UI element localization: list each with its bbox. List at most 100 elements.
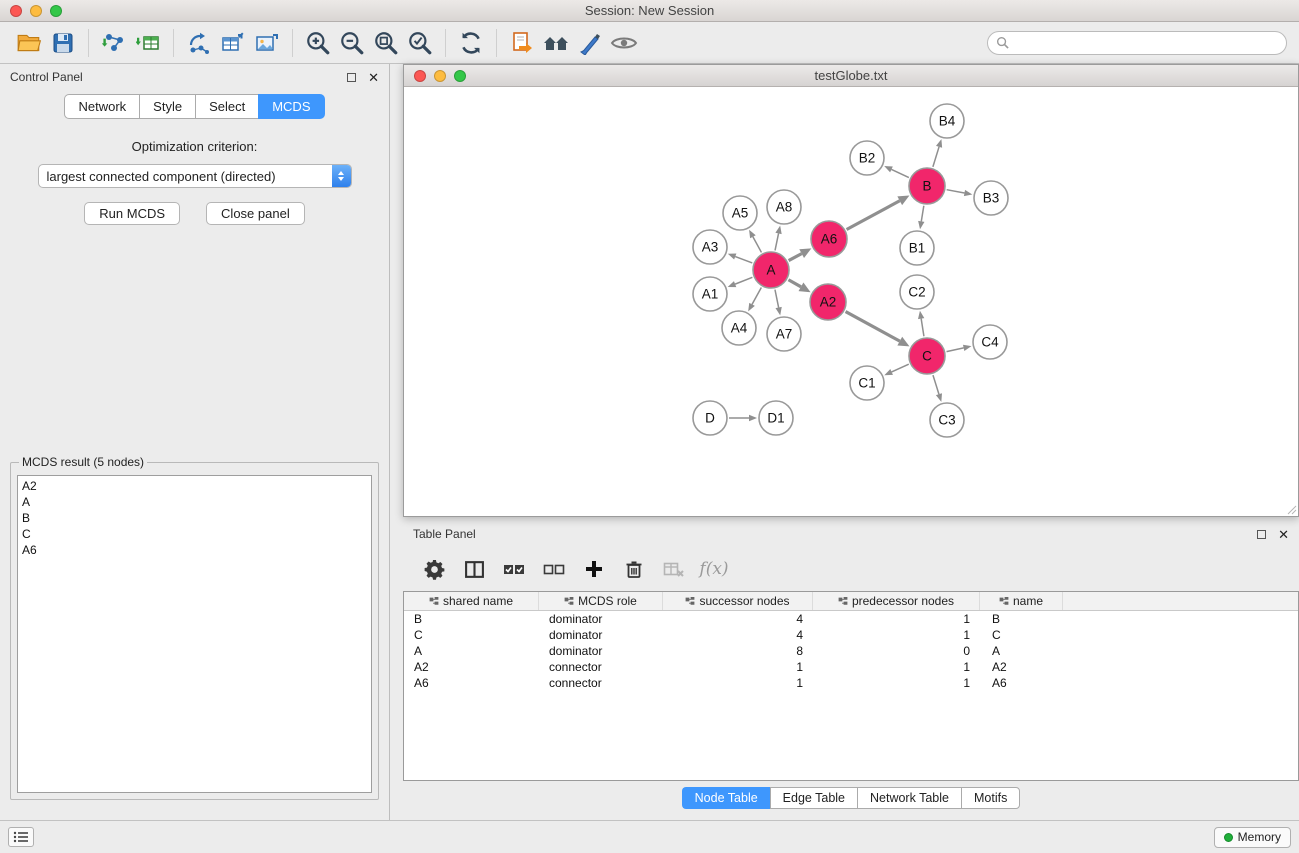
- export-image-icon[interactable]: [250, 26, 284, 60]
- zoom-selected-icon[interactable]: [403, 26, 437, 60]
- table-cell[interactable]: 1: [663, 675, 813, 691]
- table-cell[interactable]: A6: [404, 675, 539, 691]
- graph-edge[interactable]: [735, 257, 752, 263]
- table-row[interactable]: Cdominator41C: [404, 627, 1298, 643]
- tab-select[interactable]: Select: [195, 94, 258, 119]
- graph-edge[interactable]: [891, 169, 908, 177]
- graph-edge[interactable]: [753, 237, 762, 253]
- style-icon[interactable]: [573, 26, 607, 60]
- home-icon[interactable]: [539, 26, 573, 60]
- float-table-panel-icon[interactable]: [1257, 530, 1266, 539]
- search-field[interactable]: [987, 31, 1287, 55]
- column-header[interactable]: name: [980, 592, 1063, 610]
- table-cell[interactable]: C: [404, 627, 539, 643]
- gear-icon[interactable]: [421, 556, 447, 582]
- float-panel-icon[interactable]: [347, 73, 356, 82]
- tab-mcds[interactable]: MCDS: [258, 94, 324, 119]
- close-panel-button[interactable]: Close panel: [206, 202, 305, 225]
- table-cell[interactable]: 1: [813, 611, 980, 627]
- zoom-out-icon[interactable]: [335, 26, 369, 60]
- tab-style[interactable]: Style: [139, 94, 195, 119]
- delete-icon[interactable]: [621, 556, 647, 582]
- result-list-item[interactable]: B: [22, 510, 367, 526]
- import-network-icon[interactable]: [97, 26, 131, 60]
- delete-table-icon[interactable]: [661, 556, 687, 582]
- table-row[interactable]: Bdominator41B: [404, 611, 1298, 627]
- close-network-window-button[interactable]: [414, 70, 426, 82]
- network-canvas[interactable]: B4B2BB3A5A8A6B1A3AC2A1A2A4A7C4CC1C3DD1: [404, 87, 1298, 516]
- graph-edge[interactable]: [947, 190, 965, 193]
- minimize-network-window-button[interactable]: [434, 70, 446, 82]
- zoom-fit-icon[interactable]: [369, 26, 403, 60]
- table-cell[interactable]: 8: [663, 643, 813, 659]
- table-cell[interactable]: 1: [813, 627, 980, 643]
- result-list-item[interactable]: C: [22, 526, 367, 542]
- column-header[interactable]: shared name: [404, 592, 539, 610]
- table-row[interactable]: A2connector11A2: [404, 659, 1298, 675]
- mcds-result-list[interactable]: A2ABCA6: [17, 475, 372, 793]
- graph-edge[interactable]: [933, 375, 939, 394]
- table-cell[interactable]: A2: [404, 659, 539, 675]
- graph-edge[interactable]: [752, 288, 761, 305]
- graph-edge[interactable]: [933, 147, 939, 167]
- table-cell[interactable]: A6: [980, 675, 1063, 691]
- table-row[interactable]: Adominator80A: [404, 643, 1298, 659]
- zoom-network-window-button[interactable]: [454, 70, 466, 82]
- table-cell[interactable]: dominator: [539, 627, 663, 643]
- add-icon[interactable]: [581, 556, 607, 582]
- function-builder-icon[interactable]: f(x): [701, 556, 727, 582]
- tab-node-table[interactable]: Node Table: [682, 787, 770, 809]
- result-list-item[interactable]: A6: [22, 542, 367, 558]
- resize-handle[interactable]: [1285, 503, 1297, 515]
- zoom-in-icon[interactable]: [301, 26, 335, 60]
- unselect-all-icon[interactable]: [541, 556, 567, 582]
- table-cell[interactable]: dominator: [539, 611, 663, 627]
- search-input[interactable]: [1014, 36, 1278, 50]
- column-header[interactable]: predecessor nodes: [813, 592, 980, 610]
- column-header[interactable]: MCDS role: [539, 592, 663, 610]
- graph-edge[interactable]: [846, 312, 900, 342]
- table-cell[interactable]: B: [980, 611, 1063, 627]
- close-table-panel-icon[interactable]: ✕: [1278, 528, 1289, 541]
- table-cell[interactable]: A: [980, 643, 1063, 659]
- graph-edge[interactable]: [775, 290, 779, 308]
- import-table-icon[interactable]: [131, 26, 165, 60]
- tab-edge-table[interactable]: Edge Table: [770, 787, 857, 809]
- graph-edge[interactable]: [947, 348, 964, 352]
- graph-edge[interactable]: [735, 277, 752, 284]
- graph-edge[interactable]: [775, 233, 779, 250]
- graph-edge[interactable]: [789, 254, 802, 261]
- table-cell[interactable]: 4: [663, 611, 813, 627]
- run-mcds-button[interactable]: Run MCDS: [84, 202, 180, 225]
- result-list-item[interactable]: A2: [22, 478, 367, 494]
- graph-edge[interactable]: [921, 319, 924, 337]
- tab-network[interactable]: Network: [64, 94, 139, 119]
- table-cell[interactable]: connector: [539, 675, 663, 691]
- table-cell[interactable]: 0: [813, 643, 980, 659]
- memory-button[interactable]: Memory: [1214, 827, 1291, 848]
- graph-edge[interactable]: [788, 280, 801, 287]
- close-panel-icon[interactable]: ✕: [368, 71, 379, 84]
- table-cell[interactable]: dominator: [539, 643, 663, 659]
- table-cell[interactable]: B: [404, 611, 539, 627]
- table-cell[interactable]: 4: [663, 627, 813, 643]
- minimize-window-button[interactable]: [30, 5, 42, 17]
- neighbors-icon[interactable]: [505, 26, 539, 60]
- table-cell[interactable]: C: [980, 627, 1063, 643]
- close-window-button[interactable]: [10, 5, 22, 17]
- table-cell[interactable]: 1: [813, 675, 980, 691]
- columns-icon[interactable]: [461, 556, 487, 582]
- graph-edge[interactable]: [921, 206, 924, 222]
- open-session-icon[interactable]: [12, 26, 46, 60]
- task-history-icon[interactable]: [8, 827, 34, 847]
- select-all-icon[interactable]: [501, 556, 527, 582]
- criterion-select[interactable]: largest connected component (directed): [38, 164, 352, 188]
- table-cell[interactable]: A2: [980, 659, 1063, 675]
- table-cell[interactable]: A: [404, 643, 539, 659]
- refresh-icon[interactable]: [454, 26, 488, 60]
- table-row[interactable]: A6connector11A6: [404, 675, 1298, 691]
- export-network-icon[interactable]: [182, 26, 216, 60]
- graph-edge[interactable]: [892, 364, 909, 372]
- table-cell[interactable]: 1: [663, 659, 813, 675]
- export-table-icon[interactable]: [216, 26, 250, 60]
